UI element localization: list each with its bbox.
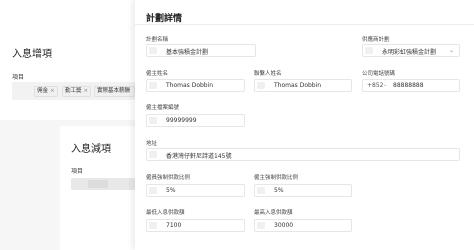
income-add-item-label: 項目 [12, 74, 25, 81]
chevron-down-icon[interactable]: ⌄ [449, 47, 454, 54]
field-prefix-icon [149, 117, 157, 124]
close-icon[interactable]: × [84, 88, 89, 94]
employer-rate-value: 5% [274, 187, 284, 194]
provider-plan-select[interactable]: 永明彩虹強積金計劃 ⌄ [362, 44, 460, 57]
field-prefix-icon [149, 187, 157, 194]
employer-rate-field[interactable]: 5% [254, 184, 352, 197]
employee-rate-field[interactable]: 5% [146, 184, 245, 197]
plan-name-field[interactable]: 基本強積金計劃 [146, 44, 256, 57]
employer-name-value: Thomas Dobbin [166, 82, 214, 89]
field-prefix-icon [257, 82, 265, 89]
plan-name-label: 計劃名稱 [146, 37, 169, 43]
field-prefix-icon [149, 82, 157, 89]
contact-name-value: Thomas Dobbin [274, 82, 322, 89]
employer-account-label: 僱主檔案編號 [146, 105, 180, 111]
address-value: 香港灣仔軒尼詩道145號 [166, 153, 232, 160]
tag-commission: 佣金 × [34, 86, 58, 97]
panel-title: 計劃詳情 [146, 14, 183, 24]
employer-account-value: 99999999 [166, 117, 197, 124]
tag-label: 勤工獎 [65, 88, 82, 94]
max-income-label: 最高入息供款額 [254, 210, 293, 216]
country-code-select[interactable]: +852 [367, 82, 383, 89]
close-icon[interactable]: × [50, 88, 55, 94]
tag-attendance-bonus: 勤工獎 × [62, 86, 92, 97]
field-prefix-icon [257, 222, 265, 229]
chevron-down-icon[interactable]: ⌄ [383, 82, 387, 88]
company-phone-label: 公司電話號碼 [362, 71, 396, 77]
income-add-card: 入息增項 項目 佣金 × 勤工獎 × 實際基本薪酬 [0, 0, 135, 120]
plan-name-value: 基本強積金計劃 [166, 49, 209, 56]
min-income-label: 最低入息供款額 [146, 210, 185, 216]
max-income-value: 30000 [274, 222, 294, 229]
field-prefix-icon [149, 151, 157, 158]
income-deduct-card: 入息減項 項目 [60, 126, 135, 250]
skeleton-block [88, 180, 108, 188]
field-prefix-icon [257, 187, 265, 194]
field-prefix-icon [149, 222, 157, 229]
plan-details-panel: 計劃詳情 計劃名稱 基本強積金計劃 供應商計劃 永明彩虹強積金計劃 ⌄ 僱主姓名… [135, 0, 474, 250]
income-add-title: 入息增項 [12, 49, 52, 60]
employer-rate-label: 僱主強制供款比例 [254, 175, 299, 181]
min-income-value: 7100 [166, 222, 182, 229]
company-phone-field[interactable]: +852 ⌄ 88888888 [362, 79, 460, 92]
income-deduct-title: 入息減項 [71, 144, 111, 155]
tag-label: 佣金 [37, 88, 49, 94]
provider-plan-value: 永明彩虹強積金計劃 [382, 49, 437, 56]
employer-name-label: 僱主姓名 [146, 71, 169, 77]
min-income-field[interactable]: 7100 [146, 219, 245, 232]
max-income-field[interactable]: 30000 [254, 219, 352, 232]
tag-label: 實際基本薪酬 [97, 88, 131, 94]
provider-plan-label: 供應商計劃 [362, 37, 390, 43]
tag-basic-salary: 實際基本薪酬 [94, 86, 135, 97]
field-prefix-icon [365, 47, 373, 54]
employer-account-field[interactable]: 99999999 [146, 114, 245, 127]
address-label: 地址 [146, 141, 158, 147]
employee-rate-label: 僱員強制供款比例 [146, 175, 191, 181]
contact-name-label: 聯繫人姓名 [254, 71, 282, 77]
income-deduct-item-label: 項目 [71, 168, 84, 175]
address-field[interactable]: 香港灣仔軒尼詩道145號 [146, 148, 460, 161]
field-prefix-icon [149, 47, 157, 54]
title-divider [135, 24, 474, 25]
employee-rate-value: 5% [166, 187, 176, 194]
employer-name-field[interactable]: Thomas Dobbin [146, 79, 245, 92]
contact-name-field[interactable]: Thomas Dobbin [254, 79, 352, 92]
company-phone-value: 88888888 [393, 82, 424, 89]
